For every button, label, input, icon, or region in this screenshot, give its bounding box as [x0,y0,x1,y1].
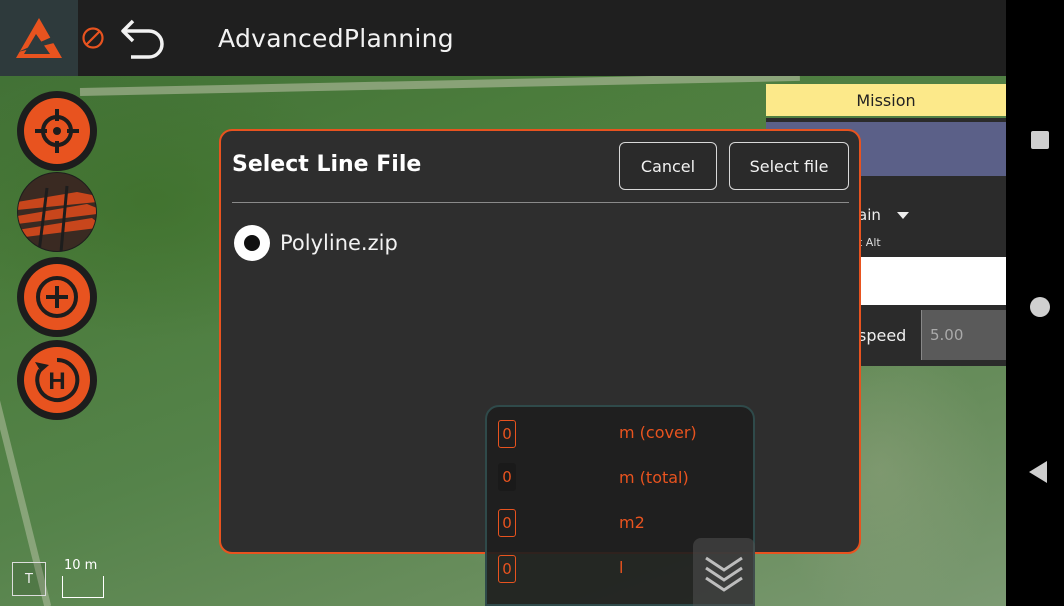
chevron-double-down-icon [705,556,743,592]
undo-back-icon [121,19,164,59]
map-road [79,72,800,96]
radio-button-selected[interactable] [234,225,270,261]
mission-tab[interactable]: Mission [766,84,1006,116]
survey-pattern-button[interactable] [17,172,97,252]
select-file-button[interactable]: Select file [729,142,849,190]
stat-value: 0 [498,463,516,491]
stat-row-total: 0 [498,463,516,491]
mission-stats-panel: 0 m (cover) 0 m (total) 0 m2 0 l [485,405,755,606]
collapse-stats-button[interactable] [693,538,755,606]
stat-row-area: 0 [498,509,516,537]
svg-text:H: H [48,368,65,395]
speed-input[interactable]: 5.00 [921,310,1006,360]
stat-unit: m2 [619,513,645,532]
locate-crosshair-icon [35,109,79,153]
home-icon[interactable] [1030,297,1050,317]
logo-icon [16,18,62,58]
dialog-title: Select Line File [232,152,422,177]
altitude-field[interactable] [858,257,1006,305]
stat-unit: l [619,558,624,577]
return-home-button[interactable]: H [17,340,97,420]
chevron-down-icon[interactable] [897,212,909,219]
terrain-dropdown[interactable]: ain [858,206,881,224]
add-waypoint-button[interactable] [17,257,97,337]
alt-mode-label: t Alt [858,236,881,249]
top-bar: AdvancedPlanning [0,0,1006,76]
file-list-item[interactable]: Polyline.zip [234,225,398,261]
speed-label: speed [858,326,907,345]
stat-unit: m (cover) [619,423,697,442]
stat-unit: m (total) [619,468,689,487]
stat-row-volume: 0 [498,555,516,583]
survey-pattern-icon [18,173,96,251]
stat-value: 0 [498,509,516,537]
no-fly-button[interactable] [78,0,108,76]
stat-value: 0 [498,555,516,583]
map-type-button[interactable]: T [12,562,46,596]
locate-button[interactable] [17,91,97,171]
radio-dot [244,235,260,251]
app-logo[interactable] [0,0,78,76]
dialog-divider [232,202,849,203]
recent-apps-icon[interactable] [1031,131,1049,149]
locate-button-face [24,98,90,164]
return-home-face: H [24,347,90,413]
scale-label: 10 m [64,558,98,573]
scale-bar [62,576,104,598]
back-icon[interactable] [1029,461,1047,483]
stat-value: 0 [498,420,516,448]
undo-button[interactable] [108,0,180,76]
no-fly-icon [82,27,104,49]
cancel-button[interactable]: Cancel [619,142,717,190]
add-waypoint-face [24,264,90,330]
add-waypoint-icon [36,276,78,318]
return-home-icon: H [35,357,80,402]
stat-row-cover: 0 [498,420,516,448]
app-title: AdvancedPlanning [218,23,454,53]
file-name: Polyline.zip [280,231,398,255]
